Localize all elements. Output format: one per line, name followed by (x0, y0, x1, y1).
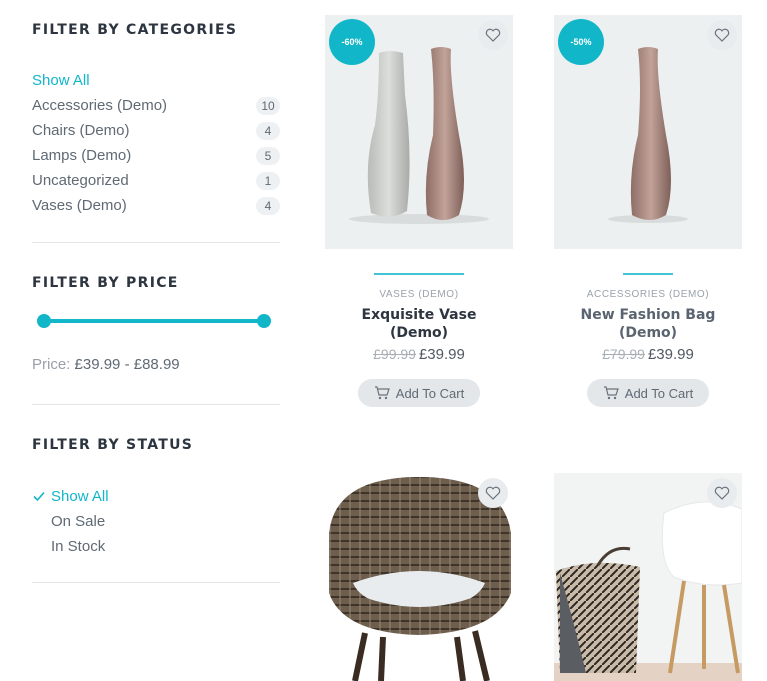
divider (32, 242, 280, 243)
product-image[interactable]: -60% (325, 15, 513, 249)
discount-badge: -50% (558, 19, 604, 65)
product-category[interactable]: VASES (DEMO) (325, 289, 513, 300)
product-image[interactable]: -50% (554, 15, 742, 249)
heart-icon (714, 28, 730, 42)
status-item-on-sale[interactable]: On Sale (32, 509, 109, 534)
accent-line (374, 273, 464, 275)
filter-price-title: FILTER BY PRICE (32, 275, 179, 291)
add-to-cart-label: Add To Cart (395, 385, 465, 401)
accent-line (623, 273, 673, 275)
product-title-line2: (Demo) (618, 325, 678, 341)
product-category[interactable]: ACCESSORIES (DEMO) (554, 289, 742, 300)
heart-icon (714, 486, 730, 500)
category-item-uncategorized[interactable]: Uncategorized 1 (32, 168, 280, 193)
add-to-cart-button[interactable]: Add To Cart (358, 379, 480, 407)
category-label: Uncategorized (32, 172, 129, 189)
category-count: 5 (256, 146, 280, 165)
category-label: Accessories (Demo) (32, 97, 168, 114)
status-label: On Sale (51, 513, 106, 530)
product-info: ACCESSORIES (DEMO) New Fashion Bag (Demo… (554, 273, 742, 407)
category-count: 10 (256, 96, 280, 115)
price-range-text: Price: £39.99 - £88.99 (32, 356, 180, 373)
category-label: Show All (32, 72, 90, 89)
product-title-line1: New Fashion Bag (580, 307, 716, 323)
filter-status-title: FILTER BY STATUS (32, 437, 194, 453)
product-image[interactable] (554, 473, 742, 681)
category-label: Lamps (Demo) (32, 147, 132, 164)
category-item-chairs[interactable]: Chairs (Demo) 4 (32, 118, 280, 143)
price-slider-track (43, 319, 265, 323)
price-slider-max-handle[interactable] (257, 314, 271, 328)
product-title-line1: Exquisite Vase (361, 307, 477, 323)
category-item-accessories[interactable]: Accessories (Demo) 10 (32, 93, 280, 118)
heart-icon (485, 486, 501, 500)
old-price: £79.99 (602, 346, 645, 362)
cart-icon (374, 386, 390, 400)
product-price: £99.99 £39.99 (325, 346, 513, 363)
product-title[interactable]: New Fashion Bag (Demo) (554, 306, 742, 342)
category-item-vases[interactable]: Vases (Demo) 4 (32, 193, 280, 218)
discount-badge: -60% (329, 19, 375, 65)
product-title-line2: (Demo) (389, 325, 449, 341)
cart-icon (603, 386, 619, 400)
price-range-max: £88.99 (133, 356, 180, 373)
category-count: 4 (256, 121, 280, 140)
filter-categories-title: FILTER BY CATEGORIES (32, 22, 238, 38)
price-range-sep: - (124, 356, 130, 373)
sale-price: £39.99 (647, 346, 694, 363)
divider (32, 582, 280, 583)
status-label: In Stock (51, 538, 106, 555)
category-item-show-all[interactable]: Show All (32, 68, 280, 93)
price-slider-min-handle[interactable] (37, 314, 51, 328)
status-list: Show All On Sale In Stock (32, 484, 109, 559)
old-price: £99.99 (373, 346, 416, 362)
add-to-cart-label: Add To Cart (624, 385, 694, 401)
add-to-cart-button[interactable]: Add To Cart (587, 379, 709, 407)
status-label: Show All (51, 488, 109, 505)
status-item-show-all[interactable]: Show All (32, 484, 109, 509)
category-list: Show All Accessories (Demo) 10 Chairs (D… (32, 68, 280, 218)
category-label: Vases (Demo) (32, 197, 127, 214)
category-count: 4 (256, 196, 280, 215)
wishlist-button[interactable] (478, 20, 508, 50)
sale-price: £39.99 (418, 346, 465, 363)
status-item-in-stock[interactable]: In Stock (32, 534, 109, 559)
price-range-label: Price: (32, 356, 71, 373)
product-image[interactable] (325, 473, 513, 681)
price-range-min: £39.99 (74, 356, 121, 373)
wishlist-button[interactable] (707, 20, 737, 50)
check-icon (33, 491, 45, 502)
wishlist-button[interactable] (707, 478, 737, 508)
category-label: Chairs (Demo) (32, 122, 130, 139)
product-title[interactable]: Exquisite Vase (Demo) (325, 306, 513, 342)
price-slider[interactable] (37, 314, 271, 328)
wishlist-button[interactable] (478, 478, 508, 508)
category-item-lamps[interactable]: Lamps (Demo) 5 (32, 143, 280, 168)
category-count: 1 (256, 171, 280, 190)
product-info: VASES (DEMO) Exquisite Vase (Demo) £99.9… (325, 273, 513, 407)
heart-icon (485, 28, 501, 42)
product-price: £79.99 £39.99 (554, 346, 742, 363)
divider (32, 404, 280, 405)
